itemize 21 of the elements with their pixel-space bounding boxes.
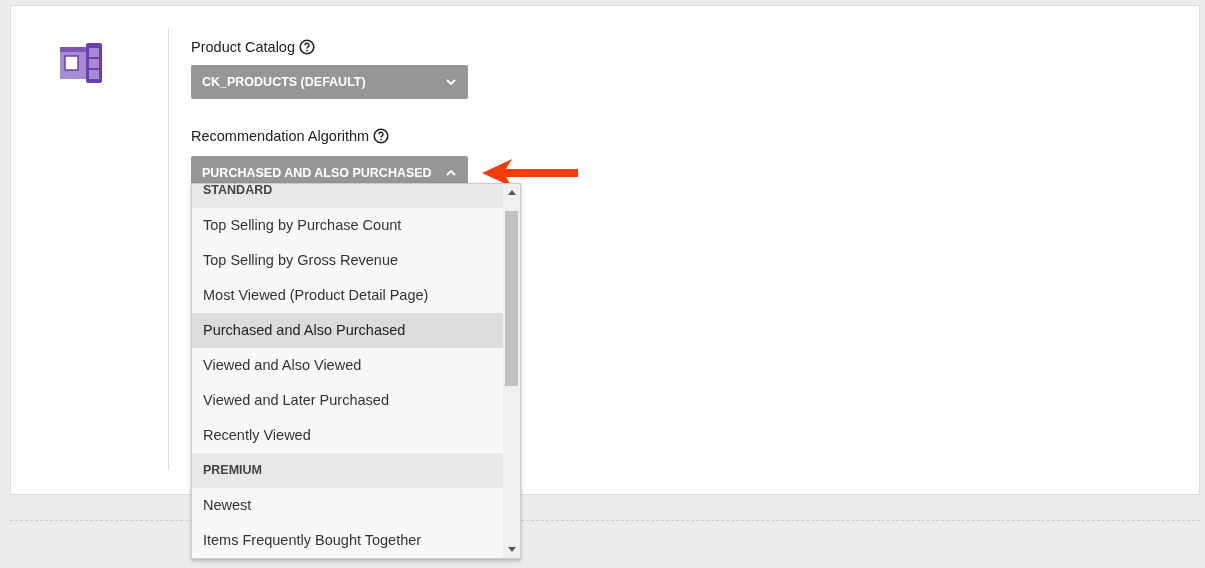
menu-option[interactable]: Items Frequently Bought Together [192, 523, 503, 558]
field-label: Recommendation Algorithm [191, 128, 370, 144]
field-label: Product Catalog [191, 39, 295, 55]
scroll-up-icon[interactable] [507, 190, 516, 195]
help-icon[interactable] [373, 128, 390, 144]
group-header: PREMIUM [192, 453, 503, 488]
scrollbar[interactable] [503, 184, 520, 558]
group-header: STANDARD [192, 184, 503, 208]
menu-option[interactable]: Viewed and Also Viewed [192, 348, 503, 383]
scroll-down-icon[interactable] [507, 547, 516, 552]
menu-option[interactable]: Top Selling by Purchase Count [192, 208, 503, 243]
menu-option[interactable]: Top Selling by Gross Revenue [192, 243, 503, 278]
menu-option[interactable]: Purchased and Also Purchased [192, 313, 503, 348]
menu-option[interactable]: Viewed and Later Purchased [192, 383, 503, 418]
chevron-down-icon [446, 79, 456, 85]
menu-option[interactable]: Most Viewed (Product Detail Page) [192, 278, 503, 313]
chevron-icon [445, 170, 456, 176]
product-widget-icon [59, 43, 104, 83]
menu-option[interactable]: Newest [192, 488, 503, 523]
help-icon[interactable] [299, 39, 315, 55]
menu-option[interactable]: Recently Viewed [192, 418, 503, 453]
